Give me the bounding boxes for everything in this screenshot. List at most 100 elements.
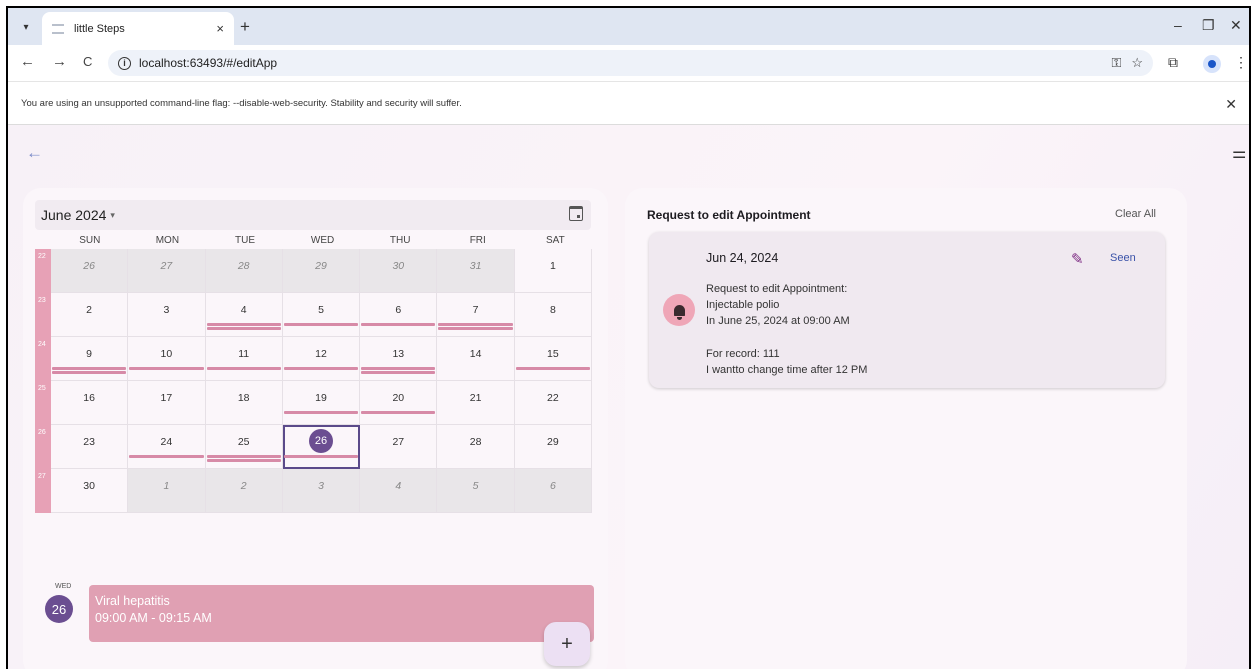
calendar-day[interactable]: 11 xyxy=(205,337,283,381)
month-label[interactable]: June 2024 xyxy=(41,207,106,223)
edit-pencil-icon[interactable]: ✎ xyxy=(1071,250,1084,268)
calendar-day[interactable]: 8 xyxy=(514,293,593,337)
day-number: 25 xyxy=(237,436,250,448)
event-marker[interactable] xyxy=(206,459,281,462)
event-marker[interactable] xyxy=(438,327,513,330)
calendar-day[interactable]: 20 xyxy=(360,381,438,425)
back-icon[interactable]: ← xyxy=(20,53,35,70)
weekday-label: THU xyxy=(389,235,411,246)
browser-menu-icon[interactable]: ⋮ xyxy=(1234,54,1248,71)
event-marker[interactable] xyxy=(206,327,281,330)
calendar-day[interactable]: 21 xyxy=(437,381,515,425)
calendar-day[interactable]: 24 xyxy=(128,425,206,469)
extensions-icon[interactable]: ⧉ xyxy=(1168,54,1178,71)
event-marker[interactable] xyxy=(438,323,513,326)
event-marker[interactable] xyxy=(515,367,591,370)
calendar-day[interactable]: 14 xyxy=(437,337,515,381)
calendar-day[interactable]: 7 xyxy=(437,293,515,337)
event-marker[interactable] xyxy=(206,455,281,458)
day-number: 5 xyxy=(472,480,479,492)
calendar-day[interactable]: 28 xyxy=(437,425,515,469)
calendar-day[interactable]: 1 xyxy=(128,469,206,513)
calendar-day[interactable]: 5 xyxy=(282,293,361,337)
app-back-arrow-icon[interactable]: ← xyxy=(26,143,43,163)
calendar-day[interactable]: 16 xyxy=(50,381,129,425)
calendar-day[interactable]: 31 xyxy=(437,249,515,293)
calendar-day[interactable]: 6 xyxy=(514,469,593,513)
calendar-day[interactable]: 3 xyxy=(128,293,206,337)
infobar-close-icon[interactable]: ✕ xyxy=(1225,96,1237,113)
tab-search-icon[interactable]: ▾ xyxy=(16,17,36,37)
event-marker[interactable] xyxy=(361,371,436,374)
calendar-day[interactable]: 27 xyxy=(128,249,206,293)
calendar-day[interactable]: 18 xyxy=(205,381,283,425)
calendar-day[interactable]: 25 xyxy=(205,425,283,469)
tab-close-icon[interactable]: × xyxy=(216,21,224,36)
calendar-day-selected[interactable]: 26 xyxy=(282,425,361,469)
calendar-day[interactable]: 29 xyxy=(514,425,593,469)
event-marker[interactable] xyxy=(129,455,204,458)
calendar-day[interactable]: 19 xyxy=(282,381,361,425)
password-key-icon[interactable]: ⚿ xyxy=(1111,55,1121,71)
add-appointment-button[interactable]: + xyxy=(544,622,590,666)
calendar-day[interactable]: 1 xyxy=(514,249,593,293)
calendar-day[interactable]: 3 xyxy=(282,469,361,513)
day-number: 28 xyxy=(237,260,250,272)
reload-icon[interactable]: C xyxy=(83,54,92,69)
calendar-day[interactable]: 29 xyxy=(282,249,361,293)
calendar-header[interactable]: June 2024 ▾ xyxy=(35,200,591,230)
event-marker[interactable] xyxy=(129,367,204,370)
calendar-day[interactable]: 17 xyxy=(128,381,206,425)
new-tab-button[interactable]: + xyxy=(240,17,250,37)
calendar-day[interactable]: 6 xyxy=(360,293,438,337)
event-marker[interactable] xyxy=(283,323,359,326)
restore-button[interactable]: ❐ xyxy=(1202,17,1215,34)
event-marker[interactable] xyxy=(51,367,127,370)
filter-settings-icon[interactable]: ⚌ xyxy=(1232,143,1246,163)
bookmark-star-icon[interactable]: ☆ xyxy=(1131,55,1143,71)
calendar-day[interactable]: 12 xyxy=(282,337,361,381)
calendar-day[interactable]: 13 xyxy=(360,337,438,381)
tab-little-steps[interactable]: little Steps × xyxy=(42,12,234,45)
profile-avatar-icon[interactable] xyxy=(1203,55,1221,73)
calendar-day[interactable]: 4 xyxy=(205,293,283,337)
calendar-day[interactable]: 27 xyxy=(360,425,438,469)
notification-card[interactable]: Jun 24, 2024 ✎ Seen Request to edit Appo… xyxy=(649,232,1165,388)
month-dropdown-icon[interactable]: ▾ xyxy=(110,210,115,221)
agenda-event[interactable]: Viral hepatitis 09:00 AM - 09:15 AM xyxy=(89,585,594,642)
event-marker[interactable] xyxy=(206,367,281,370)
event-marker[interactable] xyxy=(361,367,436,370)
calendar-day[interactable]: 23 xyxy=(50,425,129,469)
calendar-day[interactable]: 10 xyxy=(128,337,206,381)
calendar-today-icon[interactable] xyxy=(569,206,583,221)
calendar-day[interactable]: 15 xyxy=(514,337,593,381)
event-marker[interactable] xyxy=(361,323,436,326)
seen-button[interactable]: Seen xyxy=(1110,252,1136,264)
calendar-day[interactable]: 9 xyxy=(50,337,129,381)
close-window-button[interactable]: ✕ xyxy=(1230,17,1242,34)
calendar-day[interactable]: 2 xyxy=(50,293,129,337)
forward-icon[interactable]: → xyxy=(52,53,67,70)
event-marker[interactable] xyxy=(206,323,281,326)
weekday-label: WED xyxy=(310,235,335,246)
agenda-weekday: WED xyxy=(55,583,72,590)
event-marker[interactable] xyxy=(283,411,359,414)
address-bar[interactable]: i localhost:63493/#/editApp ⚿ ☆ xyxy=(108,50,1153,76)
site-info-icon[interactable]: i xyxy=(118,56,131,70)
calendar-day[interactable]: 26 xyxy=(50,249,129,293)
calendar-day[interactable]: 30 xyxy=(50,469,129,513)
url-text[interactable]: localhost:63493/#/editApp xyxy=(139,56,1101,70)
calendar-day[interactable]: 5 xyxy=(437,469,515,513)
event-marker[interactable] xyxy=(283,455,359,458)
calendar-day[interactable]: 28 xyxy=(205,249,283,293)
calendar-day[interactable]: 30 xyxy=(360,249,438,293)
event-marker[interactable] xyxy=(51,371,127,374)
clear-all-button[interactable]: Clear All xyxy=(1115,208,1156,220)
calendar-day[interactable]: 22 xyxy=(514,381,593,425)
day-number: 28 xyxy=(469,436,482,448)
calendar-day[interactable]: 4 xyxy=(360,469,438,513)
calendar-day[interactable]: 2 xyxy=(205,469,283,513)
event-marker[interactable] xyxy=(361,411,436,414)
minimize-button[interactable]: – xyxy=(1174,17,1182,33)
event-marker[interactable] xyxy=(283,367,359,370)
